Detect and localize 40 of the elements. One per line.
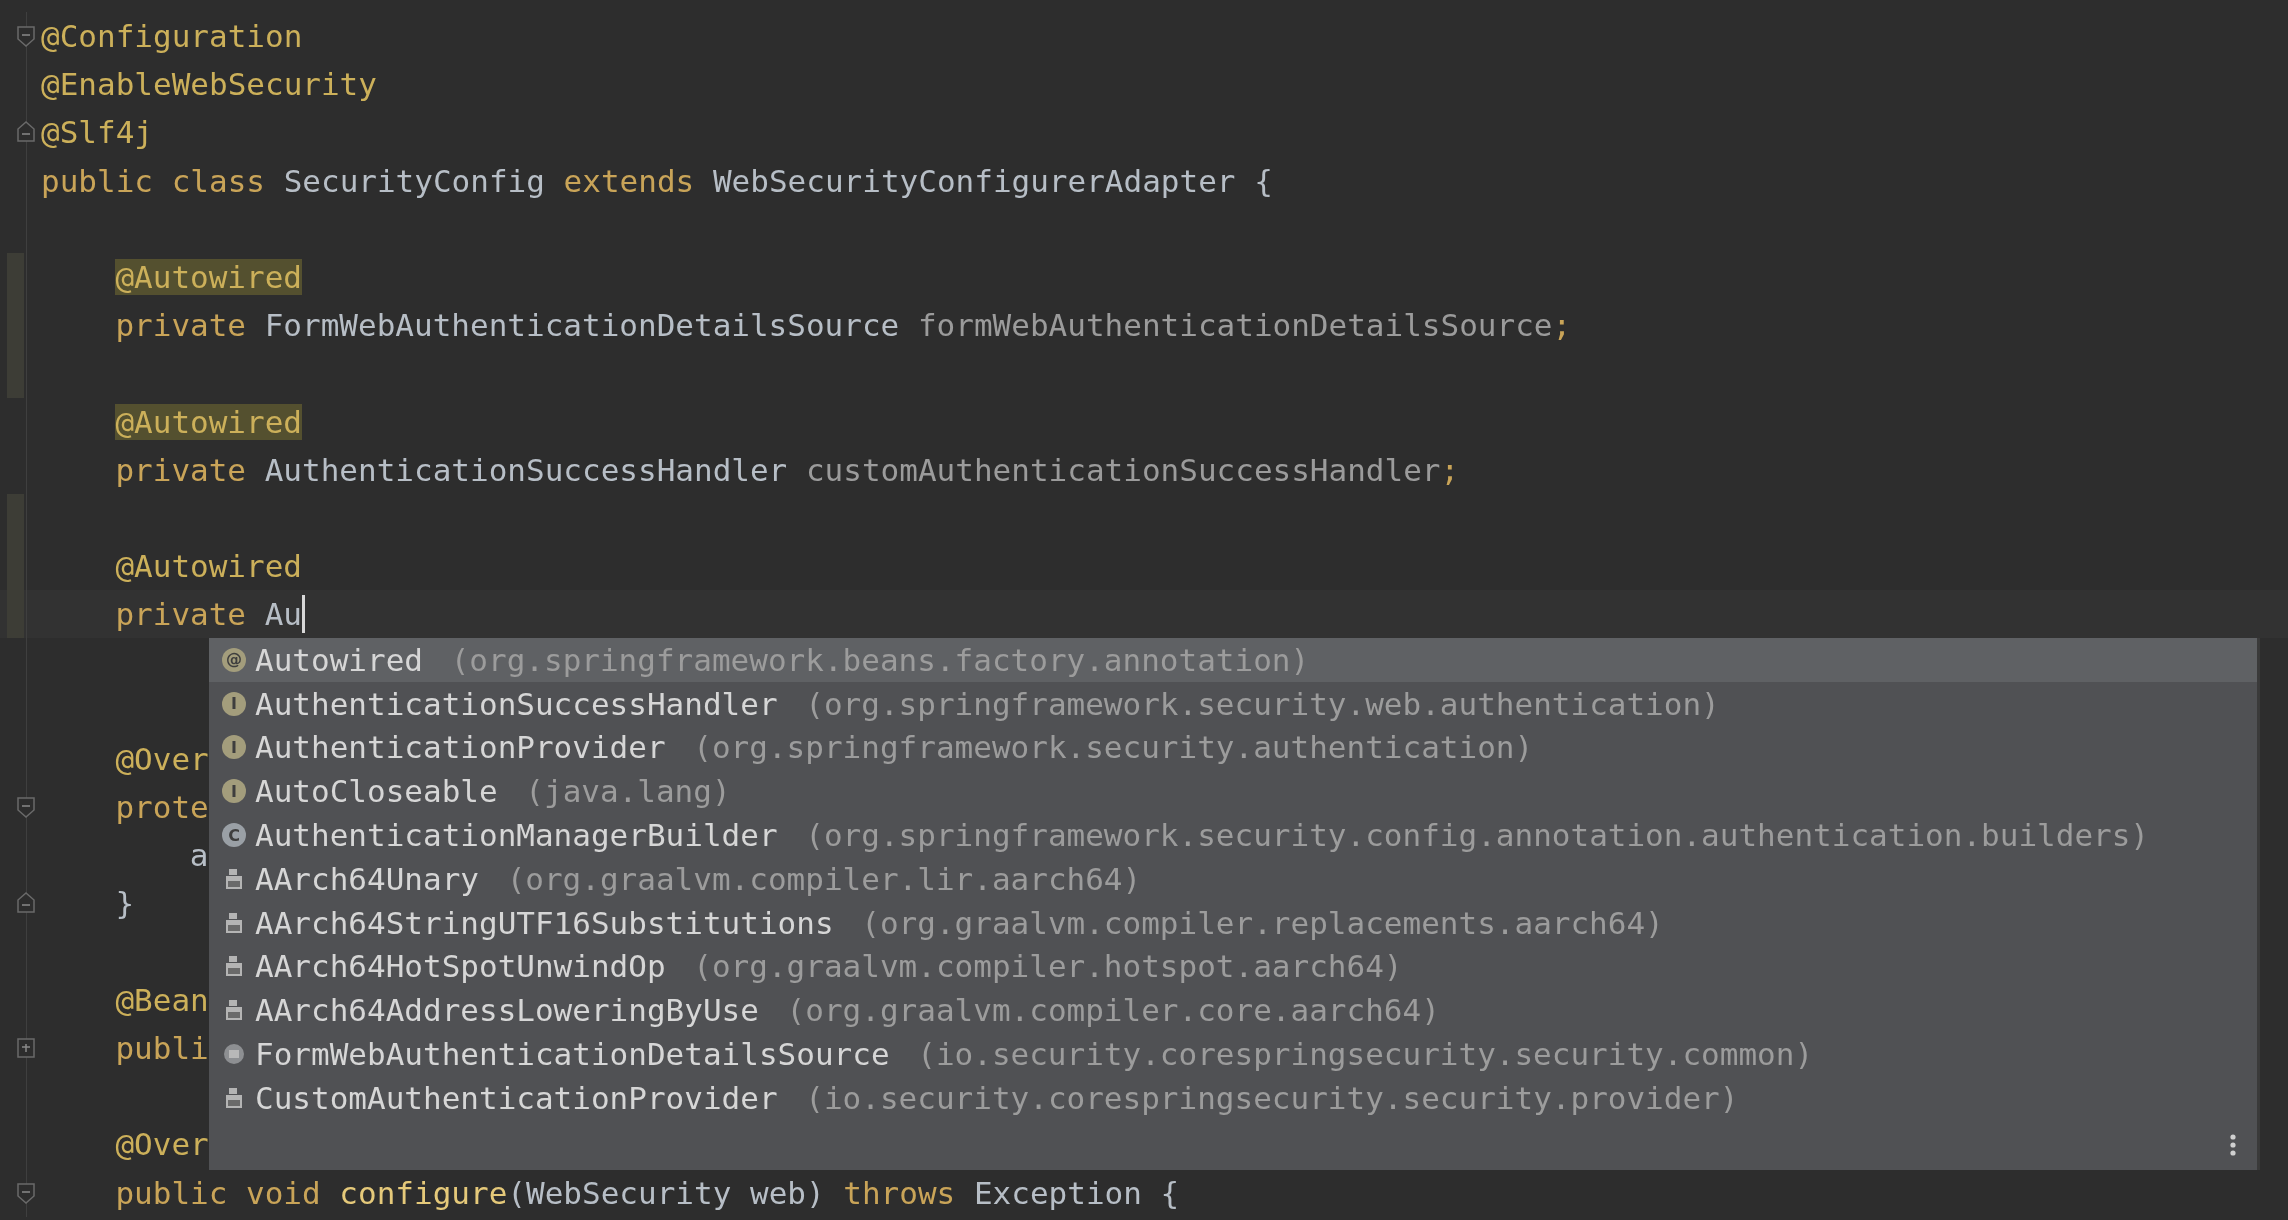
annotation-icon: @ bbox=[222, 647, 246, 672]
completion-item[interactable]: I AuthenticationSuccessHandler (org.springframework.security.web.authentication) bbox=[209, 681, 2257, 726]
code-line: @EnableWebSecurity bbox=[41, 65, 377, 105]
completion-item[interactable]: AArch64HotSpotUnwindOp (org.graalvm.compiler.hotspot.aarch64) bbox=[209, 944, 2257, 989]
completion-item[interactable]: I AuthenticationProvider (org.springframework.security.authentication) bbox=[209, 725, 2257, 770]
expand-icon[interactable] bbox=[16, 1036, 36, 1059]
module-icon bbox=[222, 1042, 246, 1067]
interface-icon: I bbox=[222, 691, 246, 716]
completion-item[interactable]: AArch64AddressLoweringByUse (org.graalvm.compiler.core.aarch64) bbox=[209, 988, 2257, 1033]
fold-icon[interactable] bbox=[16, 1181, 36, 1204]
code-line: @Autowired bbox=[115, 547, 303, 587]
interface-icon: I bbox=[222, 779, 246, 804]
completion-item[interactable]: C AuthenticationManagerBuilder (org.springframework.security.config.annotation.authentication.builders) bbox=[209, 813, 2257, 857]
code-line: private AuthenticationSuccessHandler customAuthenticationSuccessHandler; bbox=[115, 450, 1460, 490]
code-line: @Bean bbox=[115, 980, 209, 1020]
fold-icon[interactable] bbox=[16, 796, 36, 818]
fold-icon[interactable] bbox=[16, 25, 36, 47]
code-line: public class SecurityConfig extends WebSecurityConfigurerAdapter { bbox=[41, 161, 1273, 201]
completion-item[interactable]: CustomAuthenticationProvider (io.security.corespringsecurity.security.provider) bbox=[209, 1075, 2257, 1120]
code-line: private Au bbox=[115, 595, 303, 635]
code-line: @Over bbox=[115, 739, 209, 779]
interface-icon: I bbox=[222, 735, 246, 760]
code-line: public void configure(WebSecurity web) throws Exception { bbox=[115, 1173, 1180, 1213]
completion-item[interactable]: FormWebAuthenticationDetailsSource (io.security.corespringsecurity.security.common) bbox=[209, 1032, 2257, 1076]
code-line: publi bbox=[115, 1029, 209, 1069]
code-line: prote bbox=[115, 788, 209, 828]
class-icon: C bbox=[222, 823, 246, 848]
code-line: @Configuration bbox=[41, 17, 303, 57]
completion-item[interactable]: @ Autowired (org.springframework.beans.factory.annotation) bbox=[209, 638, 2257, 682]
code-line: a bbox=[189, 836, 209, 876]
completion-item[interactable]: AArch64Unary (org.graalvm.compiler.lir.aarch64) bbox=[209, 857, 2257, 901]
code-line: } bbox=[115, 884, 135, 924]
code-line: @Over bbox=[115, 1125, 209, 1165]
completion-item[interactable]: I AutoCloseable (java.lang) bbox=[209, 769, 2257, 814]
completion-item[interactable]: AArch64StringUTF16Substitutions (org.graalvm.compiler.replacements.aarch64) bbox=[209, 900, 2257, 945]
code-line: @Slf4j bbox=[41, 113, 153, 153]
fold-icon[interactable] bbox=[16, 121, 36, 144]
more-options-icon[interactable] bbox=[2229, 1132, 2237, 1157]
fold-icon[interactable] bbox=[16, 892, 36, 915]
code-line: private FormWebAuthenticationDetailsSource formWebAuthenticationDetailsSource; bbox=[115, 306, 1572, 346]
